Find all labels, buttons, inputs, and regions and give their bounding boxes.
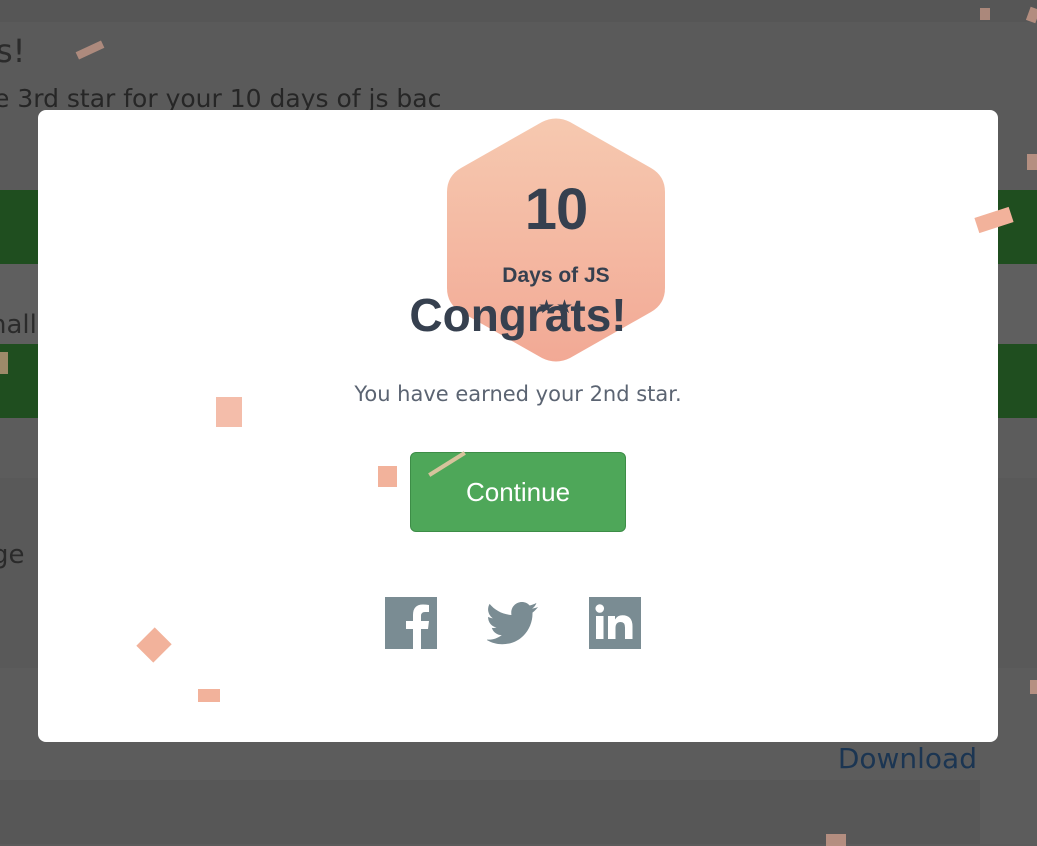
confetti-piece	[980, 8, 990, 20]
confetti-piece	[1030, 680, 1037, 694]
congrats-message: You have earned your 2nd star.	[354, 382, 682, 406]
twitter-share-button[interactable]	[485, 597, 539, 649]
page-heading: s!	[0, 32, 26, 70]
facebook-icon	[385, 597, 437, 649]
congrats-title: Congrats!	[409, 289, 627, 341]
confetti-piece	[0, 352, 8, 374]
confetti-piece	[1027, 154, 1037, 170]
congrats-modal: 10 Days of JS ★★ Congrats! You have earn…	[38, 110, 998, 742]
confetti-piece	[198, 689, 220, 702]
twitter-icon	[485, 601, 538, 645]
linkedin-icon	[589, 597, 641, 649]
badge-days-number: 10	[524, 177, 589, 242]
download-link[interactable]: Download	[838, 742, 977, 775]
facebook-share-button[interactable]	[385, 597, 437, 649]
confetti-piece	[378, 466, 397, 487]
page-subtitle: e 3rd star for your 10 days of js bac	[0, 84, 442, 113]
section-text: ge	[0, 540, 25, 570]
confetti-piece	[216, 397, 242, 427]
badge-title: Days of JS	[502, 264, 610, 287]
confetti-piece	[826, 834, 846, 846]
linkedin-share-button[interactable]	[589, 597, 641, 649]
